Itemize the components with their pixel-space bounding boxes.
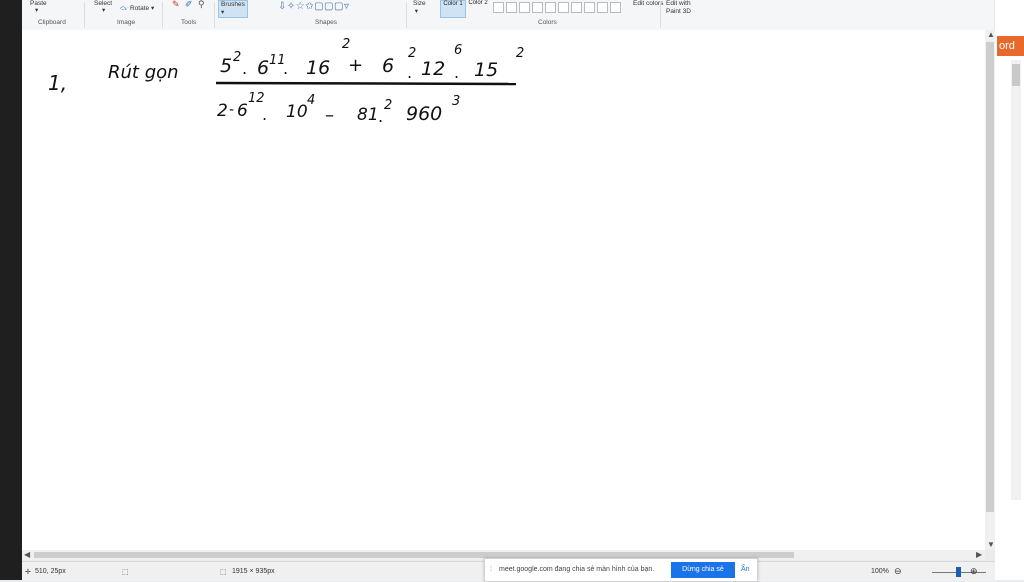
den-term4-base: 81 xyxy=(357,105,379,125)
scroll-right-icon[interactable]: ▶ xyxy=(976,550,982,559)
size-button[interactable]: Size ▾ xyxy=(413,0,426,16)
den-term3-base: 10 xyxy=(286,102,308,122)
color-swatch[interactable] xyxy=(532,2,543,13)
plus-sign: + xyxy=(348,55,363,76)
brushes-button[interactable]: Brushes ▾ xyxy=(218,0,248,18)
zoom-slider-thumb[interactable] xyxy=(956,567,961,577)
multiply-dot: - xyxy=(229,102,234,118)
drag-handle-icon[interactable]: ⁞ xyxy=(490,566,492,573)
multiply-dot: . xyxy=(283,59,288,78)
color1-button[interactable]: Color 1 xyxy=(440,0,466,18)
num-term1-exponent: 2 xyxy=(233,50,241,65)
cursor-position: 510, 25px xyxy=(35,568,66,575)
group-label-colors: Colors xyxy=(538,19,557,26)
color-swatch[interactable] xyxy=(506,2,517,13)
num-term1-base: 5 xyxy=(220,55,232,77)
color-swatch[interactable] xyxy=(519,2,530,13)
ribbon: Paste ▾ Select ▾ ⤼ Rotate ▾ ✎ ✐ ⚲ Brushe… xyxy=(22,0,994,31)
divider xyxy=(660,2,661,28)
den-term5-exponent: 3 xyxy=(452,94,460,109)
group-label-clipboard: Clipboard xyxy=(38,19,66,26)
group-label-shapes: Shapes xyxy=(315,19,338,26)
adjacent-scroll-thumb[interactable] xyxy=(1012,64,1020,86)
multiply-dot: . xyxy=(407,63,412,82)
color-swatch[interactable] xyxy=(597,2,608,13)
den-term3-exponent: 4 xyxy=(307,93,315,108)
zoom-out-icon[interactable]: ⊖ xyxy=(894,566,902,577)
side-tab[interactable]: ord xyxy=(997,36,1024,56)
color-swatch[interactable] xyxy=(584,2,595,13)
num-term3-exponent: 2 xyxy=(342,37,350,52)
stop-sharing-button[interactable]: Dừng chia sẻ xyxy=(671,562,735,578)
canvas-size-icon: ⬚ xyxy=(220,569,227,576)
hide-button[interactable]: Ẩn xyxy=(741,566,750,573)
num-term5-exponent: 6 xyxy=(454,43,462,58)
color-swatch[interactable] xyxy=(610,2,621,13)
group-label-tools: Tools xyxy=(181,19,197,26)
edit-paint3d-button[interactable]: Edit with Paint 3D xyxy=(666,0,696,16)
vertical-scroll-thumb[interactable] xyxy=(986,42,994,512)
color-swatch[interactable] xyxy=(558,2,569,13)
den-term4-exponent: 2 xyxy=(384,98,392,113)
adjacent-scrollbar[interactable] xyxy=(1011,60,1021,500)
instruction-text: Rút gọn xyxy=(108,62,179,83)
edit-colors-button[interactable]: Edit colors xyxy=(633,0,663,8)
scroll-left-icon[interactable]: ◀ xyxy=(24,550,30,559)
multiply-dot: . xyxy=(262,105,267,124)
shapes-gallery[interactable]: ⇩✧☆✩▢▢▢▿ xyxy=(278,1,349,12)
num-term4-base: 6 xyxy=(382,55,394,77)
cursor-icon: ✛ xyxy=(25,569,31,576)
zoom-in-icon[interactable]: ⊕ xyxy=(970,566,978,577)
fraction-bar xyxy=(215,81,517,86)
scroll-down-icon[interactable]: ▼ xyxy=(987,540,995,549)
left-gutter xyxy=(0,0,22,580)
multiply-dot: . xyxy=(378,107,383,126)
magnifier-icon[interactable]: ⚲ xyxy=(198,0,205,10)
multiply-dot: . xyxy=(242,59,247,78)
num-term2-base: 6 xyxy=(257,57,269,79)
zoom-level: 100% xyxy=(871,568,889,575)
rotate-icon: ⤼ xyxy=(120,5,127,12)
den-term5-base: 960 xyxy=(406,103,442,125)
color-picker-icon[interactable]: ✐ xyxy=(185,0,193,10)
canvas-size: 1915 × 935px xyxy=(232,568,275,575)
num-term6-exponent: 2 xyxy=(516,46,524,61)
den-term1: 2 xyxy=(217,101,228,121)
color-swatch[interactable] xyxy=(571,2,582,13)
num-term4-exponent: 2 xyxy=(408,46,416,61)
paste-dropdown-icon[interactable]: ▾ xyxy=(35,7,38,15)
selection-size-icon: ⬚ xyxy=(122,569,129,576)
color2-button[interactable]: Color 2 xyxy=(468,0,488,16)
den-term2-base: 6 xyxy=(237,101,248,121)
eraser-icon[interactable]: ✎ xyxy=(172,0,180,10)
vertical-scrollbar[interactable]: ▲ ▼ xyxy=(985,30,995,550)
share-message: meet.google.com đang chia sẻ màn hình củ… xyxy=(499,566,655,573)
divider xyxy=(84,2,85,28)
multiply-dot: . xyxy=(454,63,459,82)
color-swatch[interactable] xyxy=(493,2,504,13)
handwriting-layer: 1, Rút gọn 5 2 . 6 11 . 16 2 + 6 2 . 12 … xyxy=(48,37,524,126)
rotate-label: Rotate xyxy=(130,5,150,12)
select-dropdown-icon[interactable]: ▾ xyxy=(102,7,105,15)
scroll-up-icon[interactable]: ▲ xyxy=(987,30,995,39)
den-term2-exponent: 12 xyxy=(248,91,265,106)
num-term5-base: 12 xyxy=(421,58,445,80)
divider xyxy=(162,2,163,28)
divider xyxy=(214,2,215,28)
brushes-label: Brushes xyxy=(221,1,245,8)
minus-sign: – xyxy=(325,105,334,126)
item-number: 1, xyxy=(48,71,67,95)
group-label-image: Image xyxy=(117,19,136,26)
screen-share-bar: ⁞ meet.google.com đang chia sẻ màn hình … xyxy=(484,558,758,582)
size-label: Size xyxy=(413,0,426,7)
paste-button[interactable]: Paste xyxy=(30,0,47,8)
color-swatch[interactable] xyxy=(545,2,556,13)
divider xyxy=(406,2,407,28)
num-term6-base: 15 xyxy=(474,59,498,81)
drawing-canvas[interactable]: 1, Rút gọn 5 2 . 6 11 . 16 2 + 6 2 . 12 … xyxy=(22,30,985,550)
rotate-button[interactable]: Rotate ▾ xyxy=(130,5,154,13)
num-term3-base: 16 xyxy=(306,57,330,79)
